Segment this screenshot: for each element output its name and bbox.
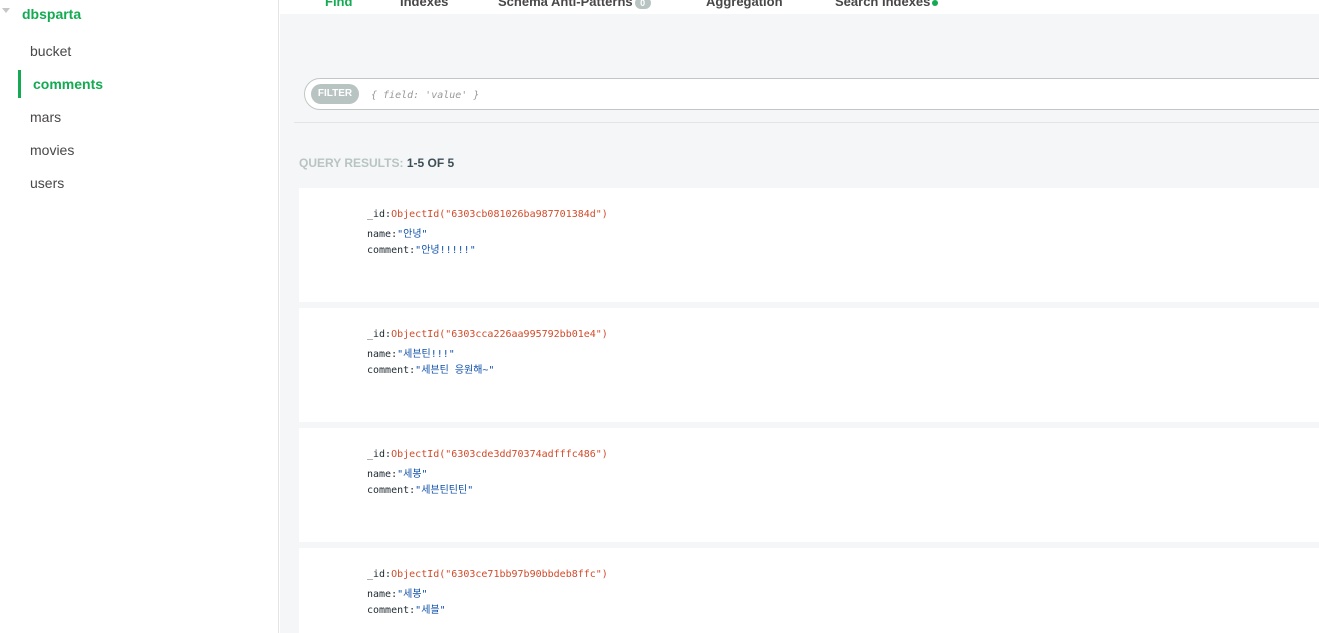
field-value: "세븐틴 응원해~" [415,365,495,376]
field-name: name:"안녕" [367,225,428,240]
field-name: name:"세봉" [367,585,428,600]
results-range: 1-5 OF 5 [406,156,455,170]
query-results-summary: QUERY RESULTS: 1-5 OF 5 [299,156,454,170]
field-name: name:"세봉" [367,465,428,480]
filter-bar: FILTER [304,78,1319,110]
field-key: name: [367,229,398,240]
tab-label: Search Indexes [835,0,931,9]
tab-label: Schema Anti-Patterns [498,0,633,9]
tab-schema-anti-patterns[interactable]: Schema Anti-Patterns 0 [498,0,651,9]
field-key: name: [367,589,398,600]
field-id: _id:ObjectId("6303ce71bb97b90bbdeb8ffc") [367,569,608,580]
field-key: comment: [367,485,416,496]
field-value: "안녕!!!!!" [415,245,476,256]
field-comment: comment:"세븐틴틴틴" [367,481,473,496]
field-name: name:"세븐틴!!!" [367,345,455,360]
field-id: _id:ObjectId("6303cca226aa995792bb01e4") [367,329,608,340]
compass-app: dbsparta bucket comments mars movies use… [0,0,1319,633]
sidebar-item-comments[interactable]: comments [0,70,278,98]
field-value: ObjectId("6303cca226aa995792bb01e4") [391,329,608,340]
results-label: QUERY RESULTS: [299,156,404,170]
field-comment: comment:"세븐틴 응원해~" [367,361,494,376]
field-id: _id:ObjectId("6303cb081026ba987701384d") [367,209,608,220]
field-key: _id: [367,209,392,220]
field-comment: comment:"세블" [367,601,446,616]
field-value: "세봉" [397,469,428,480]
collection-tabs: Find Indexes Schema Anti-Patterns 0 Aggre… [280,0,1319,14]
field-comment: comment:"안녕!!!!!" [367,241,476,256]
filter-input[interactable] [371,85,1271,105]
sidebar-item-bucket[interactable]: bucket [0,37,278,65]
field-value: "세봉" [397,589,428,600]
field-value: "세븐틴틴틴" [415,485,474,496]
field-key: name: [367,469,398,480]
sidebar-item-movies[interactable]: movies [0,136,278,164]
tab-indexes[interactable]: Indexes [400,0,448,9]
field-value: "세블" [415,605,446,616]
document-card[interactable]: _id:ObjectId("6303ce71bb97b90bbdeb8ffc")… [299,548,1319,633]
field-value: ObjectId("6303cb081026ba987701384d") [391,209,608,220]
document-card[interactable]: _id:ObjectId("6303cca226aa995792bb01e4")… [299,308,1319,422]
sidebar: dbsparta bucket comments mars movies use… [0,0,279,633]
status-dot-icon [932,0,939,6]
field-key: comment: [367,605,416,616]
database-name[interactable]: dbsparta [22,6,81,22]
sidebar-item-users[interactable]: users [0,169,278,197]
active-indicator [18,70,21,98]
filter-label: FILTER [311,84,359,104]
tab-find[interactable]: Find [325,0,352,9]
field-value: "세븐틴!!!" [397,349,455,360]
tab-aggregation[interactable]: Aggregation [706,0,783,9]
field-key: _id: [367,449,392,460]
field-key: _id: [367,329,392,340]
field-value: ObjectId("6303ce71bb97b90bbdeb8ffc") [391,569,608,580]
field-id: _id:ObjectId("6303cde3dd70374adfffc486") [367,449,608,460]
collection-label: comments [33,76,104,92]
caret-down-icon[interactable] [2,8,10,13]
tab-search-indexes[interactable]: Search Indexes [835,0,939,9]
field-key: comment: [367,365,416,376]
field-key: name: [367,349,398,360]
field-value: "안녕" [397,229,428,240]
field-value: ObjectId("6303cde3dd70374adfffc486") [391,449,608,460]
collection-label: movies [30,142,75,158]
collection-label: bucket [30,43,72,59]
count-badge: 0 [634,0,651,9]
main-panel: Find Indexes Schema Anti-Patterns 0 Aggre… [280,0,1319,633]
field-key: _id: [367,569,392,580]
document-card[interactable]: _id:ObjectId("6303cde3dd70374adfffc486")… [299,428,1319,542]
divider [294,122,1319,123]
collection-label: users [30,175,65,191]
sidebar-item-mars[interactable]: mars [0,103,278,131]
document-card[interactable]: _id:ObjectId("6303cb081026ba987701384d")… [299,188,1319,302]
collection-label: mars [30,109,62,125]
field-key: comment: [367,245,416,256]
